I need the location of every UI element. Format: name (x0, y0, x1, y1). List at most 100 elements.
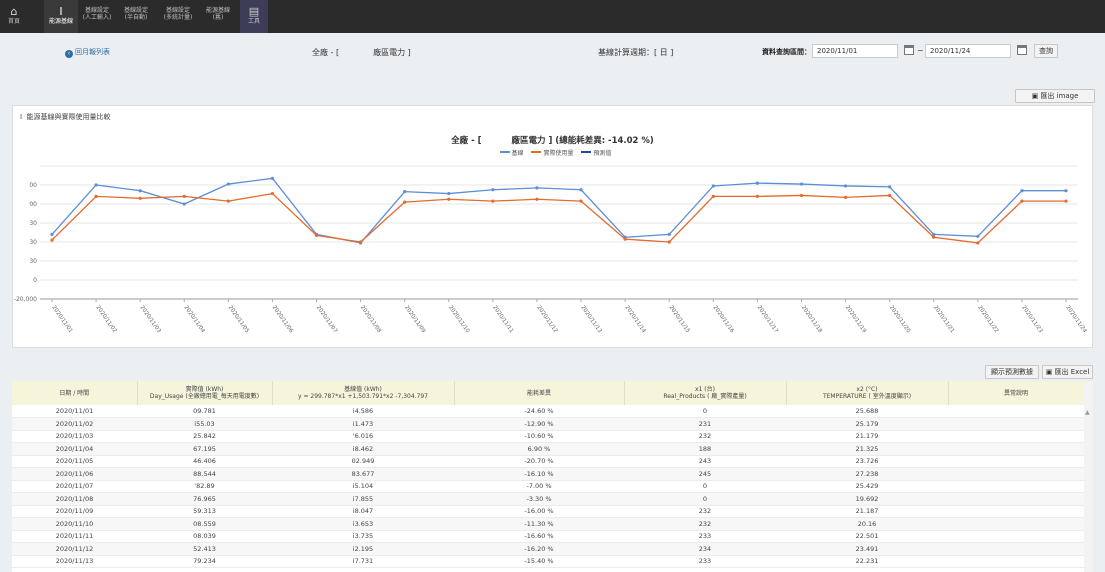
cell-actual: 76.965 (137, 492, 272, 506)
data-point[interactable] (182, 194, 186, 198)
col-header-x2[interactable]: x2 (°C) TEMPERATURE ( 室外溫度顯示) (786, 381, 949, 405)
data-point[interactable] (711, 194, 715, 198)
calendar-icon[interactable] (904, 45, 914, 55)
date-from-field[interactable]: 2020/11/01 (812, 44, 898, 58)
table-row[interactable]: 2020/11/11 08.039 i3.735 -16.60 % 233 22.501 (12, 530, 1084, 543)
back-to-report-list-link[interactable]: ‹ 回月報列表 (65, 47, 110, 58)
nav-baseline-semi[interactable]: 基線設定 (半自動) (119, 0, 153, 33)
col-header-note[interactable]: 異常說明 (948, 381, 1085, 405)
show-predicted-button[interactable]: 顯示預測數據 (985, 365, 1039, 379)
data-point[interactable] (491, 199, 495, 203)
data-point[interactable] (623, 237, 627, 241)
table-row[interactable]: 2020/11/02 i55.03 i1.473 -12.90 % 231 25.179 (12, 417, 1084, 431)
cell-x2: 22.501 (786, 530, 948, 543)
data-point[interactable] (270, 191, 275, 196)
cell-note (948, 492, 1084, 506)
nav-energy-baseline[interactable]: I 能源基線 (44, 0, 78, 33)
data-point[interactable] (403, 200, 407, 204)
nav-baseline-manual-line1: 基線設定 (84, 7, 109, 14)
col-header-date[interactable]: 日期 / 時間 (12, 381, 138, 405)
data-point[interactable] (888, 193, 892, 198)
table-row[interactable]: 2020/11/06 88.544 83.677 -16.10 % 245 27.238 (12, 467, 1084, 481)
nav-baseline-semi-line1: 基線設定 (123, 7, 148, 14)
data-point[interactable] (359, 240, 363, 244)
data-point[interactable] (535, 197, 539, 201)
data-point[interactable] (94, 194, 98, 198)
data-point[interactable] (1020, 189, 1024, 193)
data-point[interactable] (50, 232, 54, 236)
table-scrollbar[interactable]: ▲ (1084, 381, 1093, 572)
data-point[interactable] (755, 181, 759, 185)
data-point[interactable] (799, 182, 804, 186)
nav-home-label: 首頁 (7, 18, 20, 25)
table-row[interactable]: 2020/11/12 52.413 i2.195 -16.20 % 234 23.491 (12, 542, 1084, 556)
col-header-diff[interactable]: 能耗差異 (454, 381, 625, 405)
table-row[interactable]: 2020/11/09 59.313 i8.047 -16.00 % 232 21.187 (12, 505, 1084, 518)
cell-diff: -10.60 % (454, 430, 624, 443)
nav-toolbox[interactable]: ▤ 工具 (240, 0, 268, 33)
col-header-baseline[interactable]: 基線值 (kWh) y = 299.787*x1 +1,503.791*x2 -7… (272, 381, 455, 405)
data-point[interactable] (843, 195, 848, 199)
data-point[interactable] (932, 235, 936, 239)
data-point[interactable] (226, 182, 230, 186)
data-point[interactable] (50, 238, 54, 242)
data-point[interactable] (843, 184, 848, 188)
table-row[interactable]: 2020/11/10 08.559 i3.653 -11.30 % 232 20.16 (12, 517, 1084, 531)
data-point[interactable] (226, 199, 230, 203)
table-body: 2020/11/01 09.781 i4.586 -24.60 % 0 25.688 202… (12, 405, 1084, 568)
table-row[interactable]: 2020/11/03 25.842'6.016 -10.60 % 232 21.179 (12, 430, 1084, 443)
cell-x2: 19.692 (786, 492, 948, 506)
cell-x1: 232 (624, 517, 786, 531)
data-point[interactable] (579, 188, 583, 192)
data-point[interactable] (94, 183, 98, 187)
table-row[interactable]: 2020/11/07'82.89 i5.104 -7.00 % 0 25.429 (12, 480, 1084, 493)
cell-baseline: '6.016 (272, 430, 454, 443)
line-chart: 00 00 30 30 30 0 -20,000 2020/11/01 2020/11/02 20… (14, 165, 1088, 335)
table-row[interactable]: 2020/11/05 46.406 02.949 -20.70 % 243 23.726 (12, 455, 1084, 468)
nav-baseline-multi[interactable]: 基線設定 (多統計量) (159, 0, 197, 33)
data-point[interactable] (799, 193, 804, 198)
data-point[interactable] (138, 189, 142, 193)
data-point[interactable] (270, 176, 275, 180)
data-point[interactable] (711, 184, 715, 188)
data-point[interactable] (1064, 199, 1068, 203)
table-row[interactable]: 2020/11/13 79.234 i7.731 -15.40 % 233 22.231 (12, 555, 1084, 568)
col-header-x1[interactable]: x1 (台) Real_Products ( 廠_實際產量) (624, 381, 787, 405)
calendar-icon[interactable] (1017, 45, 1027, 55)
data-point[interactable] (579, 199, 583, 203)
col-header-actual[interactable]: 實際值 (kWh) Day_Usage (全廠總用電_每天用電度數) (137, 381, 273, 405)
data-point[interactable] (182, 202, 186, 206)
data-point[interactable] (314, 233, 319, 237)
data-point[interactable] (138, 196, 142, 200)
nav-baseline-old[interactable]: 能源基線 (舊) (202, 0, 234, 33)
table-row[interactable]: 2020/11/04 67.195 i8.462 6.90 % 188 21.325 (12, 442, 1084, 456)
data-point[interactable] (976, 241, 980, 245)
data-point[interactable] (888, 185, 892, 189)
scroll-up-icon[interactable]: ▲ (1085, 409, 1090, 416)
table-row[interactable]: 2020/11/01 09.781 i4.586 -24.60 % 0 25.688 (12, 405, 1084, 418)
cell-note (948, 405, 1084, 418)
data-point[interactable] (447, 191, 451, 196)
query-button[interactable]: 查詢 (1034, 44, 1058, 58)
cell-actual: 46.406 (137, 455, 272, 468)
data-point[interactable] (667, 240, 671, 244)
nav-home[interactable]: ⌂ 首頁 (0, 0, 28, 33)
export-image-button[interactable]: ▣ 匯出 image (1015, 89, 1095, 103)
x-tick-label: 2020/11/19 (844, 305, 867, 335)
date-to-field[interactable]: 2020/11/24 (925, 44, 1011, 58)
data-point[interactable] (535, 186, 539, 190)
x-tick-label: 2020/11/22 (976, 305, 999, 334)
data-point[interactable] (1020, 199, 1024, 203)
data-point[interactable] (667, 232, 671, 236)
data-point[interactable] (976, 234, 980, 238)
table-row[interactable]: 2020/11/08 76.965 i7.855 -3.30 % 0 19.692 (12, 492, 1084, 506)
data-point[interactable] (755, 194, 759, 198)
export-excel-button[interactable]: ▣ 匯出 Excel (1042, 365, 1093, 379)
nav-baseline-manual[interactable]: 基線設定 (人工輸入) (80, 0, 114, 33)
cell-actual: 09.781 (137, 405, 272, 418)
data-point[interactable] (491, 188, 495, 192)
data-point[interactable] (403, 190, 407, 194)
data-point[interactable] (1064, 189, 1068, 193)
y-tick-label: 00 (29, 182, 37, 189)
data-point[interactable] (447, 197, 451, 201)
